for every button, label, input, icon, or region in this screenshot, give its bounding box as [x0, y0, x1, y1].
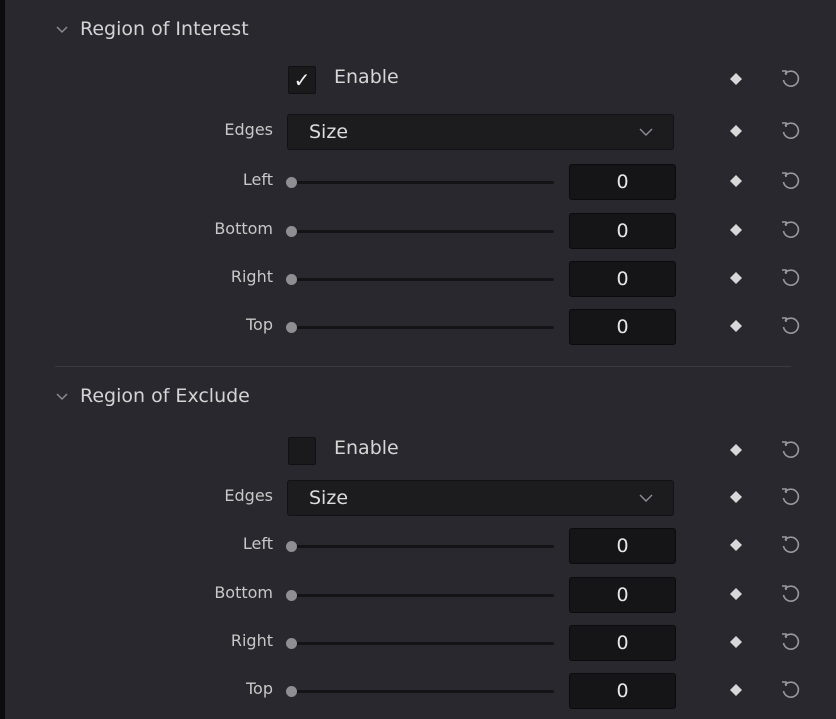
slider-handle[interactable]	[286, 638, 297, 649]
enable-row: ✓ Enable	[5, 61, 836, 99]
enable-row: Enable	[5, 432, 836, 470]
right-slider[interactable]	[286, 629, 554, 657]
reset-arrow-icon[interactable]	[779, 315, 801, 337]
section-header[interactable]: Region of Interest	[5, 14, 405, 44]
slider-label: Top	[246, 315, 273, 334]
slider-row-bottom: Bottom 0	[5, 212, 836, 250]
slider-track	[292, 642, 554, 645]
slider-handle[interactable]	[286, 322, 297, 333]
section-header[interactable]: Region of Exclude	[5, 381, 405, 411]
slider-label: Bottom	[214, 583, 273, 602]
slider-label: Left	[242, 170, 273, 189]
bottom-slider[interactable]	[286, 581, 554, 609]
slider-label: Right	[230, 267, 273, 286]
diamond-keyframe-icon[interactable]	[730, 125, 742, 137]
section-title: Region of Interest	[80, 18, 249, 40]
diamond-keyframe-icon[interactable]	[730, 491, 742, 503]
diamond-keyframe-icon[interactable]	[730, 684, 742, 696]
section-title: Region of Exclude	[80, 385, 250, 407]
chevron-down-icon[interactable]	[54, 22, 70, 36]
left-value-field[interactable]: 0	[569, 528, 676, 564]
reset-arrow-icon[interactable]	[779, 219, 801, 241]
slider-label: Top	[246, 679, 273, 698]
top-value-field[interactable]: 0	[569, 673, 676, 709]
slider-row-left: Left 0	[5, 527, 836, 565]
slider-label: Left	[242, 534, 273, 553]
section-divider	[55, 366, 791, 367]
enable-label: Enable	[334, 66, 399, 88]
slider-row-right: Right 0	[5, 624, 836, 662]
inspector-panel: Region of Interest ✓ Enable Edges Size L…	[0, 0, 836, 719]
diamond-keyframe-icon[interactable]	[730, 588, 742, 600]
slider-row-top: Top 0	[5, 672, 836, 710]
enable-label: Enable	[334, 437, 399, 459]
enable-checkbox[interactable]: ✓	[288, 66, 316, 94]
slider-track	[292, 278, 554, 281]
reset-arrow-icon[interactable]	[779, 486, 801, 508]
diamond-keyframe-icon[interactable]	[730, 444, 742, 456]
reset-arrow-icon[interactable]	[779, 120, 801, 142]
top-slider[interactable]	[286, 677, 554, 705]
slider-track	[292, 326, 554, 329]
slider-track	[292, 230, 554, 233]
top-slider[interactable]	[286, 313, 554, 341]
edges-label: Edges	[224, 120, 273, 139]
slider-handle[interactable]	[286, 177, 297, 188]
enable-checkbox[interactable]	[288, 437, 316, 465]
edges-row: Edges Size	[5, 113, 836, 151]
edges-label: Edges	[224, 486, 273, 505]
right-slider[interactable]	[286, 265, 554, 293]
slider-track	[292, 594, 554, 597]
slider-handle[interactable]	[286, 274, 297, 285]
reset-arrow-icon[interactable]	[779, 679, 801, 701]
diamond-keyframe-icon[interactable]	[730, 636, 742, 648]
slider-row-left: Left 0	[5, 163, 836, 201]
reset-arrow-icon[interactable]	[779, 439, 801, 461]
reset-arrow-icon[interactable]	[779, 170, 801, 192]
left-slider[interactable]	[286, 532, 554, 560]
reset-arrow-icon[interactable]	[779, 583, 801, 605]
diamond-keyframe-icon[interactable]	[730, 320, 742, 332]
slider-handle[interactable]	[286, 541, 297, 552]
slider-row-bottom: Bottom 0	[5, 576, 836, 614]
chevron-down-icon	[639, 128, 653, 136]
diamond-keyframe-icon[interactable]	[730, 272, 742, 284]
slider-track	[292, 690, 554, 693]
reset-arrow-icon[interactable]	[779, 267, 801, 289]
slider-row-top: Top 0	[5, 308, 836, 346]
edges-dropdown[interactable]: Size	[287, 114, 674, 150]
left-value-field[interactable]: 0	[569, 164, 676, 200]
right-value-field[interactable]: 0	[569, 261, 676, 297]
left-slider[interactable]	[286, 168, 554, 196]
reset-arrow-icon[interactable]	[779, 534, 801, 556]
reset-arrow-icon[interactable]	[779, 631, 801, 653]
right-value-field[interactable]: 0	[569, 625, 676, 661]
reset-arrow-icon[interactable]	[779, 68, 801, 90]
edges-dropdown-value: Size	[309, 487, 349, 509]
slider-label: Right	[230, 631, 273, 650]
slider-handle[interactable]	[286, 590, 297, 601]
bottom-value-field[interactable]: 0	[569, 213, 676, 249]
check-mark: ✓	[293, 68, 311, 92]
slider-row-right: Right 0	[5, 260, 836, 298]
slider-handle[interactable]	[286, 686, 297, 697]
edges-row: Edges Size	[5, 479, 836, 517]
diamond-keyframe-icon[interactable]	[730, 175, 742, 187]
slider-handle[interactable]	[286, 226, 297, 237]
slider-track	[292, 545, 554, 548]
diamond-keyframe-icon[interactable]	[730, 224, 742, 236]
top-value-field[interactable]: 0	[569, 309, 676, 345]
slider-track	[292, 181, 554, 184]
bottom-value-field[interactable]: 0	[569, 577, 676, 613]
edges-dropdown[interactable]: Size	[287, 480, 674, 516]
slider-label: Bottom	[214, 219, 273, 238]
diamond-keyframe-icon[interactable]	[730, 539, 742, 551]
chevron-down-icon[interactable]	[54, 389, 70, 403]
edges-dropdown-value: Size	[309, 121, 349, 143]
chevron-down-icon	[639, 494, 653, 502]
diamond-keyframe-icon[interactable]	[730, 73, 742, 85]
bottom-slider[interactable]	[286, 217, 554, 245]
